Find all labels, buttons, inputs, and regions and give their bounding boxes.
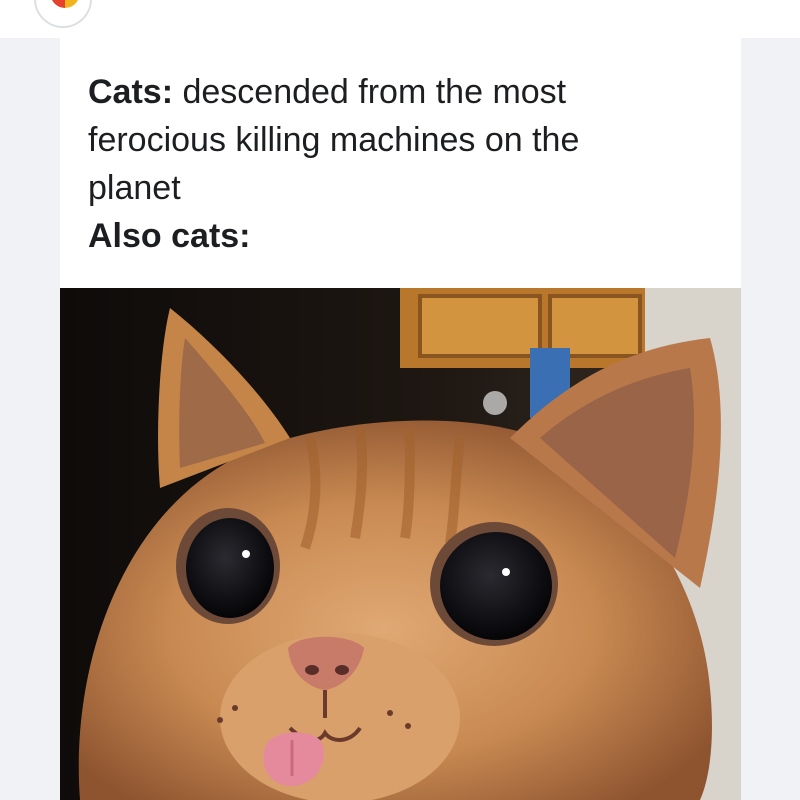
post-image[interactable] [60, 288, 741, 800]
post-card: Cats: descended from the most ferocious … [60, 38, 741, 800]
caption-line-1: Cats: descended from the most [88, 68, 718, 116]
page-avatar[interactable] [34, 0, 92, 28]
cat-photo-icon [60, 288, 741, 800]
caption-bold-also-cats: Also cats: [88, 217, 251, 255]
caption-line-1-text: descended from the most [173, 73, 567, 111]
caption-line-3: planet [88, 169, 181, 207]
caption-bold-cats: Cats: [88, 73, 174, 111]
post-caption: Cats: descended from the most ferocious … [88, 68, 718, 260]
caption-line-2: ferocious killing machines on the [88, 121, 580, 159]
avatar-logo-icon [52, 0, 78, 8]
post-header [0, 0, 800, 38]
caption-line-4: Also cats: [88, 212, 718, 260]
